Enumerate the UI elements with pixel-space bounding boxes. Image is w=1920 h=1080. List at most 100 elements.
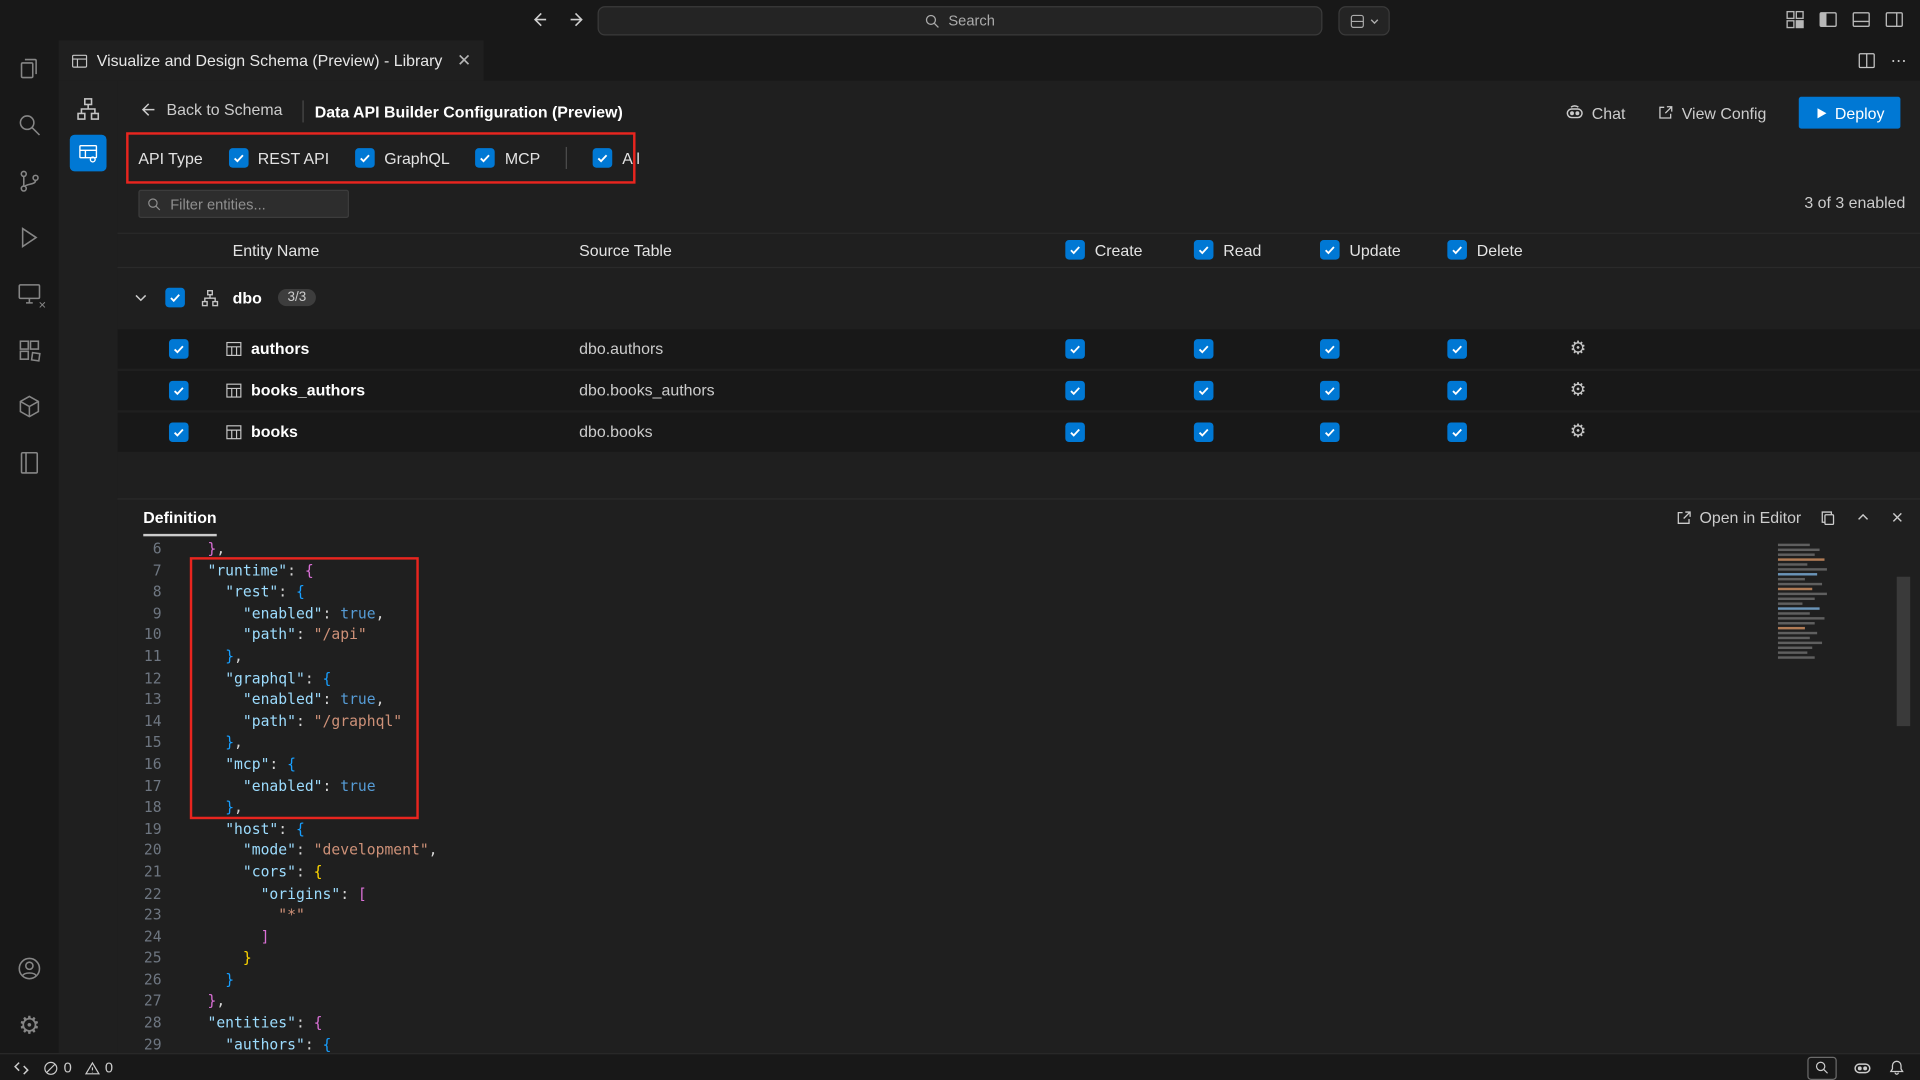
entity-row-books[interactable]: books dbo.books ⚙	[118, 413, 1920, 452]
mcp-checkbox[interactable]	[475, 148, 495, 168]
view-config-button[interactable]: View Config	[1657, 103, 1766, 121]
row-checkbox[interactable]	[169, 381, 189, 401]
copy-icon[interactable]	[1820, 509, 1837, 526]
account-icon[interactable]	[0, 940, 59, 996]
toggle-panel-bottom-icon[interactable]	[1851, 10, 1871, 30]
explorer-icon[interactable]	[0, 40, 59, 96]
divider	[302, 100, 303, 122]
api-type-label: API Type	[138, 149, 202, 167]
run-debug-icon[interactable]	[0, 209, 59, 265]
row-checkbox[interactable]	[169, 339, 189, 359]
chat-button[interactable]: Chat	[1565, 103, 1626, 123]
editor-tab[interactable]: Visualize and Design Schema (Preview) - …	[59, 40, 484, 80]
vertical-scrollbar[interactable]	[1897, 577, 1910, 726]
row-settings-gear-icon[interactable]: ⚙	[1570, 378, 1586, 400]
entity-row-authors[interactable]: authors dbo.authors ⚙	[118, 329, 1920, 368]
api-type-row: API Type REST API GraphQL MCP All	[126, 135, 640, 182]
update-all-checkbox[interactable]	[1320, 240, 1340, 260]
toggle-sidebar-right-icon[interactable]	[1884, 10, 1904, 30]
source-control-icon[interactable]	[0, 153, 59, 209]
rest-api-label: REST API	[258, 149, 329, 167]
warnings-indicator[interactable]: 0	[84, 1059, 113, 1076]
row-checkbox[interactable]	[169, 422, 189, 442]
database-cube-icon[interactable]	[0, 378, 59, 434]
copilot-status-icon[interactable]	[1853, 1058, 1873, 1078]
delete-checkbox[interactable]	[1447, 339, 1467, 359]
group-name: dbo	[233, 288, 262, 306]
create-checkbox[interactable]	[1065, 381, 1085, 401]
settings-gear-icon[interactable]: ⚙	[0, 997, 59, 1053]
view-config-label: View Config	[1682, 103, 1767, 121]
api-option-all[interactable]: All	[593, 148, 640, 168]
read-checkbox[interactable]	[1194, 381, 1214, 401]
layout-icon	[1349, 13, 1365, 29]
filter-entities-field[interactable]	[168, 194, 341, 214]
collapse-panel-icon[interactable]	[1855, 509, 1871, 525]
tab-title: Visualize and Design Schema (Preview) - …	[97, 51, 443, 69]
filter-row: 3 of 3 enabled	[118, 190, 1920, 219]
schema-icon	[201, 288, 219, 306]
filter-entities-input[interactable]	[138, 190, 349, 218]
customize-layout-icon[interactable]	[1785, 10, 1805, 30]
more-actions-icon[interactable]: ⋯	[1891, 51, 1908, 71]
external-link-icon	[1675, 509, 1692, 526]
create-all-checkbox[interactable]	[1065, 240, 1085, 260]
entity-row-books-authors[interactable]: books_authors dbo.books_authors ⚙	[118, 371, 1920, 410]
api-option-graphql[interactable]: GraphQL	[355, 148, 450, 168]
back-arrow-icon[interactable]	[529, 10, 549, 30]
api-option-rest[interactable]: REST API	[228, 148, 329, 168]
toggle-sidebar-left-icon[interactable]	[1818, 10, 1838, 30]
delete-all-checkbox[interactable]	[1447, 240, 1467, 260]
open-in-editor-button[interactable]: Open in Editor	[1675, 508, 1801, 526]
close-tab-icon[interactable]: ✕	[457, 50, 471, 71]
definition-tab[interactable]: Definition	[143, 508, 216, 536]
read-checkbox[interactable]	[1194, 422, 1214, 442]
read-all-checkbox[interactable]	[1194, 240, 1214, 260]
search-box[interactable]: Search	[598, 6, 1323, 35]
update-checkbox[interactable]	[1320, 339, 1340, 359]
close-panel-icon[interactable]	[1889, 509, 1905, 525]
minimap[interactable]	[1778, 544, 1839, 728]
notifications-bell-icon[interactable]	[1888, 1059, 1905, 1076]
delete-checkbox[interactable]	[1447, 422, 1467, 442]
update-checkbox[interactable]	[1320, 422, 1340, 442]
back-arrow-icon	[138, 100, 156, 118]
editor-tab-bar: Visualize and Design Schema (Preview) - …	[59, 40, 1920, 80]
notebook-icon[interactable]	[0, 435, 59, 491]
line-numbers: 6789101112131415161718192021222324252627…	[118, 539, 162, 1055]
layout-switcher[interactable]	[1338, 6, 1389, 35]
row-settings-gear-icon[interactable]: ⚙	[1570, 420, 1586, 442]
remote-explorer-icon[interactable]: ✕	[0, 266, 59, 322]
schema-visualize-icon[interactable]	[75, 96, 102, 123]
schema-group-row[interactable]: dbo 3/3	[118, 277, 1920, 319]
split-editor-icon[interactable]	[1858, 51, 1876, 69]
data-api-builder-icon[interactable]	[70, 135, 107, 172]
search-placeholder: Search	[948, 12, 995, 29]
col-source-table: Source Table	[579, 241, 672, 259]
forward-arrow-icon[interactable]	[568, 10, 588, 30]
rest-api-checkbox[interactable]	[228, 148, 248, 168]
create-checkbox[interactable]	[1065, 339, 1085, 359]
row-settings-gear-icon[interactable]: ⚙	[1570, 337, 1586, 359]
delete-checkbox[interactable]	[1447, 381, 1467, 401]
group-checkbox[interactable]	[165, 288, 185, 308]
graphql-checkbox[interactable]	[355, 148, 375, 168]
zoom-button[interactable]	[1807, 1056, 1836, 1079]
read-checkbox[interactable]	[1194, 339, 1214, 359]
all-checkbox[interactable]	[593, 148, 613, 168]
search-view-icon[interactable]	[0, 97, 59, 153]
code-lines[interactable]: }, "runtime": { "rest": { "enabled": tru…	[190, 539, 438, 1055]
json-editor[interactable]: 6789101112131415161718192021222324252627…	[118, 536, 1920, 1054]
remote-indicator-icon[interactable]	[12, 1059, 30, 1077]
extensions-icon[interactable]	[0, 322, 59, 378]
graphql-label: GraphQL	[384, 149, 449, 167]
chevron-down-icon[interactable]	[132, 289, 149, 306]
update-checkbox[interactable]	[1320, 381, 1340, 401]
api-option-mcp[interactable]: MCP	[475, 148, 540, 168]
title-bar: Search	[0, 0, 1920, 42]
errors-indicator[interactable]: 0	[43, 1059, 72, 1076]
create-checkbox[interactable]	[1065, 422, 1085, 442]
back-to-schema-button[interactable]: Back to Schema	[138, 100, 282, 118]
deploy-button[interactable]: Deploy	[1798, 97, 1900, 129]
copilot-chat-icon	[1565, 103, 1585, 123]
